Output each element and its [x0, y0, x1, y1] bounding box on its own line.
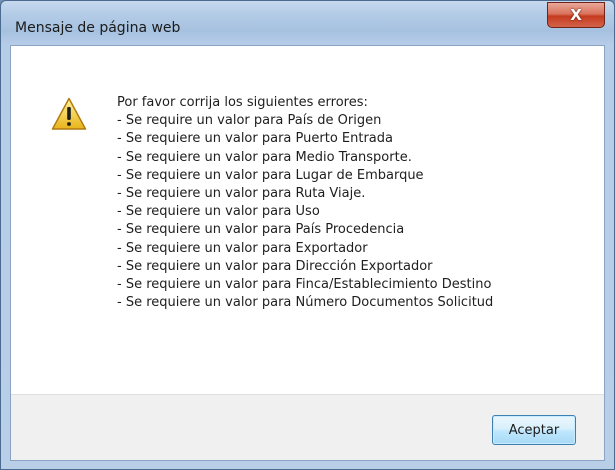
error-item: - Se requiere un valor para Exportador	[117, 240, 368, 256]
error-item: - Se require un valor para País de Orige…	[117, 113, 382, 129]
dialog-body: Por favor corrija los siguientes errores…	[10, 45, 605, 461]
dialog-window: Mensaje de página web X Por favor corrij…	[0, 0, 615, 470]
error-item: - Se requiere un valor para Uso	[117, 204, 320, 220]
message-header: Por favor corrija los siguientes errores…	[117, 95, 368, 110]
close-icon: X	[570, 6, 582, 24]
button-bar: Aceptar	[11, 394, 604, 460]
error-message-list: Por favor corrija los siguientes errores…	[117, 94, 597, 312]
window-title: Mensaje de página web	[15, 20, 181, 36]
error-item: - Se requiere un valor para Ruta Viaje.	[117, 186, 366, 202]
close-button[interactable]: X	[547, 2, 605, 28]
error-item: - Se requiere un valor para Medio Transp…	[117, 149, 412, 165]
error-item: - Se requiere un valor para Dirección Ex…	[117, 258, 433, 274]
error-item: - Se requiere un valor para País Procede…	[117, 222, 405, 238]
ok-button[interactable]: Aceptar	[492, 415, 576, 445]
error-item: - Se requiere un valor para Finca/Establ…	[117, 277, 492, 293]
error-item: - Se requiere un valor para Puerto Entra…	[117, 131, 393, 147]
error-item: - Se requiere un valor para Número Docum…	[117, 295, 494, 311]
title-bar[interactable]: Mensaje de página web X	[1, 1, 614, 45]
warning-icon	[51, 97, 87, 130]
error-item: - Se requiere un valor para Lugar de Emb…	[117, 167, 424, 183]
